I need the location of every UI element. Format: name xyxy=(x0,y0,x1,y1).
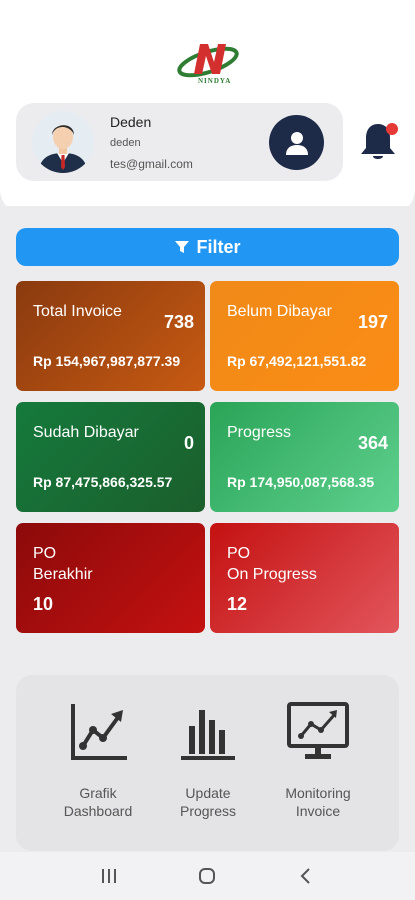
filter-label: Filter xyxy=(196,236,241,257)
po-berakhir-tile[interactable]: PO Berakhir 10 xyxy=(16,523,205,633)
home-icon xyxy=(199,868,216,884)
home-button[interactable] xyxy=(187,856,227,896)
menu-label-line1: Monitoring xyxy=(285,785,351,801)
back-icon xyxy=(300,868,310,884)
tile-label: PO On Progress xyxy=(227,543,377,585)
menu-monitoring-invoice[interactable]: Monitoring Invoice xyxy=(263,700,373,820)
progress-tile[interactable]: Progress 364 Rp 174,950,087,568.35 xyxy=(210,402,399,512)
tile-value: 12 xyxy=(227,594,248,614)
tile-count: 364 xyxy=(357,433,388,453)
tile-label-line1: PO xyxy=(33,545,57,562)
menu-update-progress[interactable]: Update Progress xyxy=(153,700,263,820)
tile-label-line2: Berakhir xyxy=(33,566,93,583)
user-name: Deden xyxy=(110,114,152,130)
tile-amount: Rp 174,950,087,568.35 xyxy=(227,474,375,490)
filter-icon xyxy=(175,241,190,253)
menu-label-line2: Invoice xyxy=(295,803,341,819)
po-on-progress-tile[interactable]: PO On Progress 12 xyxy=(210,523,399,633)
account-button[interactable] xyxy=(269,115,324,170)
menu-label: Grafik Dashboard xyxy=(43,784,153,820)
avatar xyxy=(32,111,94,173)
logo-text: NINDYA xyxy=(198,77,232,85)
tile-amount: Rp 87,475,866,325.57 xyxy=(33,474,173,490)
menu-label-line1: Update xyxy=(185,785,231,801)
tile-count: 0 xyxy=(183,433,194,453)
tile-label: Progress xyxy=(227,424,292,441)
tile-label-line1: PO xyxy=(227,545,251,562)
tile-label: PO Berakhir xyxy=(33,543,183,585)
tile-label-line2: On Progress xyxy=(227,566,317,583)
tile-count: 197 xyxy=(357,312,388,332)
menu-grafik-dashboard[interactable]: Grafik Dashboard xyxy=(43,700,153,820)
tile-label: Sudah Dibayar xyxy=(33,424,139,441)
filter-button[interactable]: Filter xyxy=(16,228,399,266)
total-invoice-tile[interactable]: Total Invoice 738 Rp 154,967,987,877.39 xyxy=(16,281,205,391)
tile-label: Belum Dibayar xyxy=(227,303,332,320)
monitor-chart-icon xyxy=(287,702,349,759)
tile-value: 10 xyxy=(33,594,54,614)
bar-chart-icon xyxy=(181,710,235,760)
tile-count: 738 xyxy=(163,312,194,332)
tile-amount: Rp 154,967,987,877.39 xyxy=(33,353,181,369)
menu-label-line2: Dashboard xyxy=(63,803,133,819)
user-username: deden xyxy=(110,137,141,149)
recent-apps-button[interactable] xyxy=(89,856,129,896)
user-icon xyxy=(285,131,308,155)
system-nav-bar xyxy=(0,852,415,900)
user-email: tes@gmail.com xyxy=(110,157,193,171)
tile-label: Total Invoice xyxy=(33,303,122,320)
notification-bell-icon[interactable] xyxy=(356,120,400,164)
belum-dibayar-tile[interactable]: Belum Dibayar 197 Rp 67,492,121,551.82 xyxy=(210,281,399,391)
sudah-dibayar-tile[interactable]: Sudah Dibayar 0 Rp 87,475,866,325.57 xyxy=(16,402,205,512)
menu-label: Update Progress xyxy=(153,784,263,820)
line-chart-icon xyxy=(71,704,127,760)
menu-label: Monitoring Invoice xyxy=(263,784,373,820)
menu-label-line1: Grafik xyxy=(79,785,117,801)
recent-apps-icon xyxy=(102,869,117,883)
back-button[interactable] xyxy=(286,856,326,896)
menu-label-line2: Progress xyxy=(179,803,237,819)
tile-amount: Rp 67,492,121,551.82 xyxy=(227,353,367,369)
